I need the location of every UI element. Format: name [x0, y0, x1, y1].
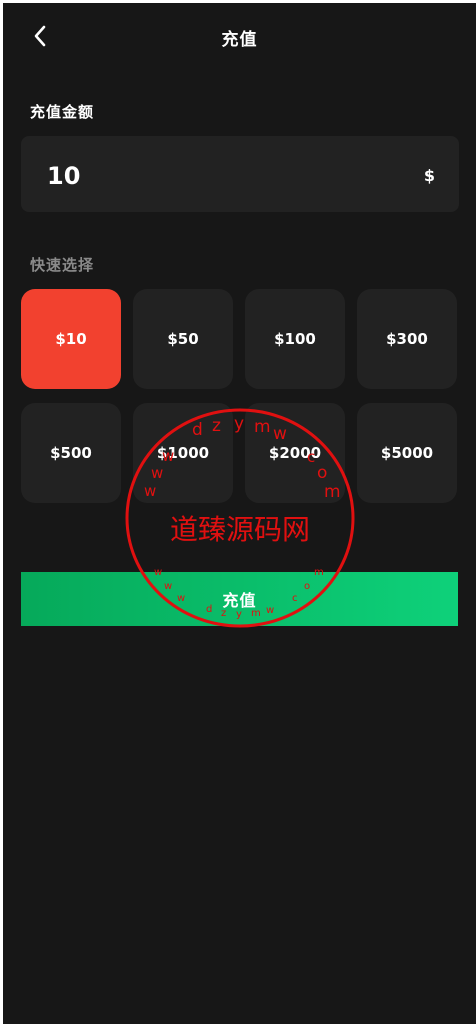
watermark-center-text: 道臻源码网	[170, 513, 310, 546]
amount-section-label: 充值金额	[30, 103, 95, 121]
amount-option-50[interactable]: $50	[133, 289, 233, 389]
top-bar: 充值	[3, 3, 476, 69]
amount-option-1000[interactable]: $1000	[133, 403, 233, 503]
page-title: 充值	[221, 30, 258, 50]
amount-option-100[interactable]: $100	[245, 289, 345, 389]
amount-input[interactable]	[47, 162, 347, 190]
amount-option-500[interactable]: $500	[21, 403, 121, 503]
recharge-screen: 充值 充值金额 $ 快速选择 $10 $50 $100 $300 $500 $1…	[3, 3, 476, 1024]
recharge-submit-button[interactable]: 充值	[21, 572, 458, 626]
amount-option-5000[interactable]: $5000	[357, 403, 457, 503]
amount-option-2000[interactable]: $2000	[245, 403, 345, 503]
quick-amount-grid: $10 $50 $100 $300 $500 $1000 $2000 $5000	[21, 289, 461, 503]
currency-symbol: $	[423, 166, 435, 185]
amount-field[interactable]: $	[21, 136, 459, 212]
quick-select-label: 快速选择	[30, 256, 95, 274]
amount-option-10[interactable]: $10	[21, 289, 121, 389]
amount-option-300[interactable]: $300	[357, 289, 457, 389]
